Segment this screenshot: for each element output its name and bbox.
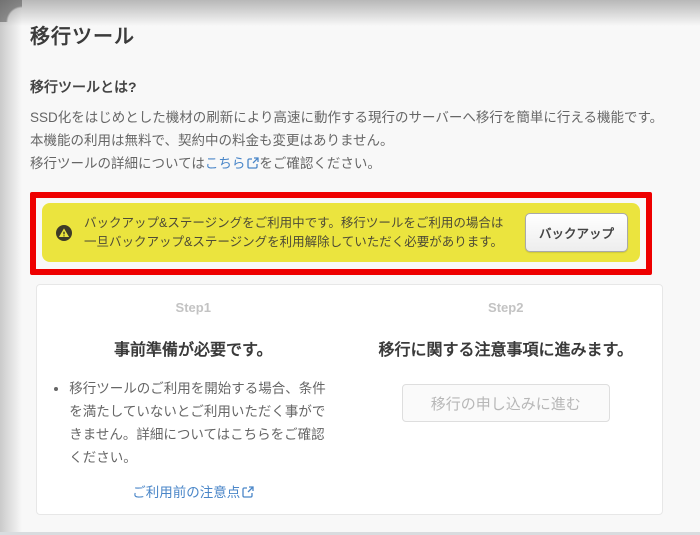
- warning-icon: [56, 225, 72, 241]
- detail-link[interactable]: こちら: [205, 156, 260, 171]
- step1-heading: 事前準備が必要です。: [37, 336, 350, 360]
- intro-paragraph: SSD化をはじめとした機材の刷新により高速に動作する現行のサーバーへ移行を簡単に…: [30, 106, 670, 176]
- precautions-link-label: ご利用前の注意点: [132, 485, 240, 500]
- intro-line-3-suffix: をご確認ください。: [259, 156, 381, 171]
- page-title: 移行ツール: [30, 20, 700, 49]
- external-link-icon: [247, 153, 259, 176]
- proceed-application-button[interactable]: 移行の申し込みに進む: [402, 384, 610, 422]
- external-link-icon: [242, 486, 254, 501]
- step1-column: Step1 事前準備が必要です。 移行ツールのご利用を開始する場合、条件を満たし…: [37, 285, 350, 514]
- step2-column: Step2 移行に関する注意事項に進みます。 移行の申し込みに進む: [350, 285, 663, 514]
- intro-line-2: 本機能の利用は無料で、契約中の料金も変更はありません。: [30, 129, 670, 152]
- step2-heading: 移行に関する注意事項に進みます。: [350, 336, 663, 360]
- red-annotation-highlight: バックアップ&ステージングをご利用中です。移行ツールをご利用の場合は一旦バックア…: [30, 192, 652, 275]
- intro-heading: 移行ツールとは?: [30, 77, 700, 97]
- backup-warning-alert: バックアップ&ステージングをご利用中です。移行ツールをご利用の場合は一旦バックア…: [42, 203, 640, 262]
- step1-label: Step1: [37, 300, 350, 315]
- steps-panel: Step1 事前準備が必要です。 移行ツールのご利用を開始する場合、条件を満たし…: [36, 284, 663, 515]
- step2-label: Step2: [350, 300, 663, 315]
- backup-button[interactable]: バックアップ: [525, 213, 628, 252]
- intro-line-3-prefix: 移行ツールの詳細については: [30, 156, 205, 171]
- migration-tool-page: 移行ツール 移行ツールとは? SSD化をはじめとした機材の刷新により高速に動作す…: [0, 0, 700, 515]
- precautions-link[interactable]: ご利用前の注意点: [132, 485, 254, 500]
- step1-link-row: ご利用前の注意点: [37, 481, 350, 501]
- alert-message: バックアップ&ステージングをご利用中です。移行ツールをご利用の場合は一旦バックア…: [72, 214, 525, 252]
- step1-note-item: 移行ツールのご利用を開始する場合、条件を満たしていないとご利用いただく事ができま…: [69, 377, 331, 469]
- intro-line-3: 移行ツールの詳細についてはこちらをご確認ください。: [30, 152, 670, 176]
- detail-link-label: こちら: [205, 156, 246, 171]
- intro-line-1: SSD化をはじめとした機材の刷新により高速に動作する現行のサーバーへ移行を簡単に…: [30, 106, 670, 129]
- step1-notes-list: 移行ツールのご利用を開始する場合、条件を満たしていないとご利用いただく事ができま…: [55, 377, 331, 469]
